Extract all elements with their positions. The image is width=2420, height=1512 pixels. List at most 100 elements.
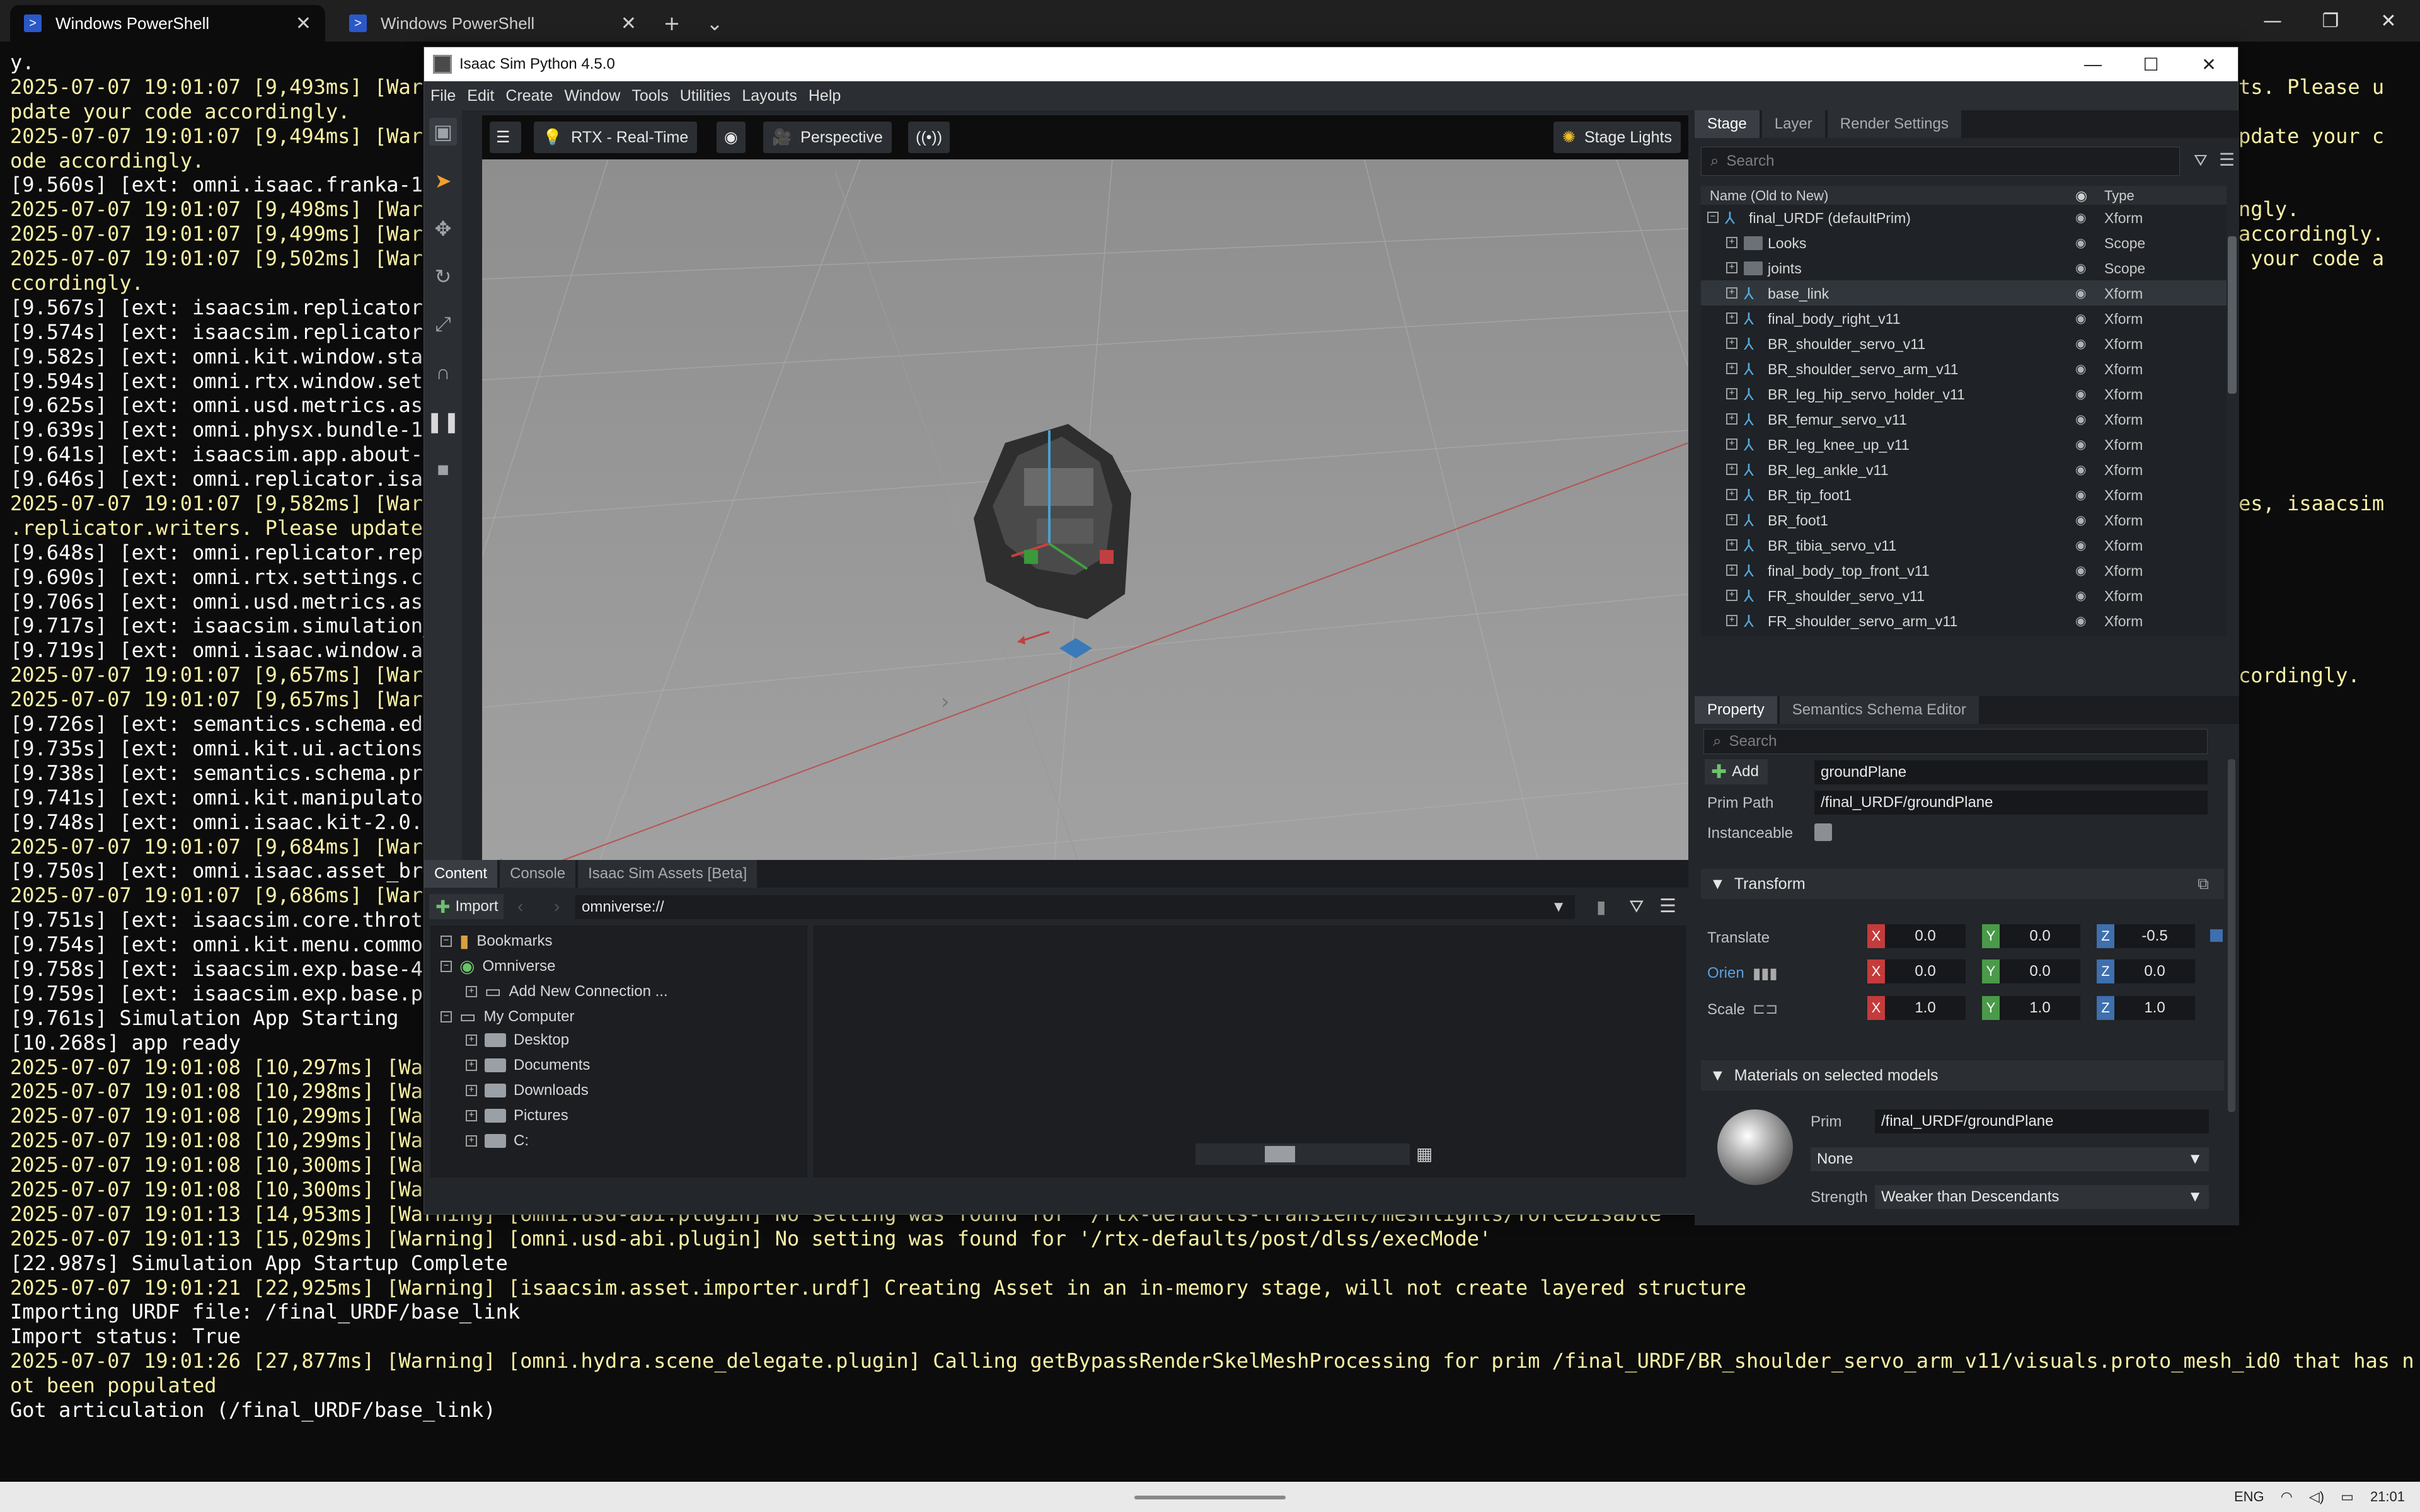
stage-row[interactable]: + ⅄ base_link ◉ Xform bbox=[1701, 280, 2227, 306]
materials-section[interactable]: ▼ Materials on selected models bbox=[1701, 1060, 2224, 1091]
visibility-eye-icon[interactable]: ◉ bbox=[2075, 512, 2086, 528]
expand-icon[interactable]: + bbox=[1726, 514, 1737, 525]
mat-prim-field[interactable]: /final_URDF/groundPlane bbox=[1875, 1109, 2209, 1133]
tab-render-settings[interactable]: Render Settings bbox=[1827, 110, 1961, 138]
expand-icon[interactable]: + bbox=[466, 1060, 477, 1071]
content-tree-item[interactable]: − ▮ Bookmarks bbox=[441, 931, 552, 951]
close-window-icon[interactable]: ✕ bbox=[2180, 47, 2238, 81]
menu-layouts[interactable]: Layouts bbox=[742, 87, 797, 105]
menu-window[interactable]: Window bbox=[564, 87, 620, 105]
bookmark-icon[interactable]: ▮ bbox=[1596, 896, 1606, 917]
stop-icon[interactable]: ■ bbox=[429, 455, 457, 483]
stage-row[interactable]: + ⅄ BR_shoulder_servo_v11 ◉ Xform bbox=[1701, 331, 2227, 356]
tab-content[interactable]: Content bbox=[424, 860, 498, 888]
expand-icon[interactable]: + bbox=[1726, 438, 1737, 450]
stage-row[interactable]: + ⅄ BR_leg_hip_servo_holder_v11 ◉ Xform bbox=[1701, 381, 2227, 406]
stage-search-input[interactable]: ⌕ Search bbox=[1701, 147, 2180, 176]
expand-icon[interactable]: + bbox=[1726, 539, 1737, 551]
add-button[interactable]: ✚ Add bbox=[1705, 759, 1768, 784]
select-arrow-icon[interactable]: ➤ bbox=[429, 167, 457, 195]
strength-select[interactable]: Weaker than Descendants ▼ bbox=[1875, 1185, 2209, 1209]
restore-icon[interactable]: ❐ bbox=[2302, 0, 2360, 42]
prim-path-field[interactable]: /final_URDF/groundPlane bbox=[1814, 791, 2208, 815]
close-tab-icon[interactable]: ✕ bbox=[296, 13, 311, 35]
expand-icon[interactable]: + bbox=[466, 1110, 477, 1121]
collapse-icon[interactable]: − bbox=[441, 935, 452, 947]
grid-view-icon[interactable]: ▦ bbox=[1416, 1143, 1432, 1164]
transform-section[interactable]: ▼ Transform ⧉ bbox=[1701, 869, 2224, 899]
collapse-icon[interactable]: − bbox=[1707, 212, 1719, 223]
expand-icon[interactable]: + bbox=[466, 1034, 477, 1046]
tab-property[interactable]: Property bbox=[1695, 696, 1777, 724]
menu-utilities[interactable]: Utilities bbox=[680, 87, 731, 105]
property-search-input[interactable]: ⌕ Search bbox=[1703, 729, 2208, 754]
close-window-icon[interactable]: ✕ bbox=[2360, 0, 2417, 42]
content-tree-item[interactable]: + Desktop bbox=[466, 1031, 569, 1049]
tab-layer[interactable]: Layer bbox=[1761, 110, 1825, 138]
content-tree-item[interactable]: + ▭ Add New Connection ... bbox=[466, 981, 668, 1002]
pause-icon[interactable]: ❚❚ bbox=[426, 408, 460, 435]
col-name-header[interactable]: Name (Old to New) bbox=[1710, 188, 1828, 204]
terminal-tab-1[interactable]: > Windows PowerShell ✕ bbox=[10, 5, 325, 42]
expand-icon[interactable]: + bbox=[1726, 262, 1737, 273]
expand-icon[interactable]: + bbox=[1726, 615, 1737, 626]
stage-scrollbar[interactable] bbox=[2228, 236, 2237, 394]
minimize-icon[interactable]: — bbox=[2244, 0, 2302, 42]
close-tab-icon[interactable]: ✕ bbox=[621, 13, 637, 35]
translate-x-field[interactable]: 0.0 bbox=[1885, 924, 1966, 948]
filter-icon[interactable]: ⛛ bbox=[2194, 151, 2208, 171]
visibility-eye-icon[interactable]: ◉ bbox=[2075, 437, 2086, 452]
stage-row[interactable]: + ⅄ FR_shoulder_servo_v11 ◉ Xform bbox=[1701, 583, 2227, 608]
material-select[interactable]: None ▼ bbox=[1811, 1147, 2209, 1171]
visibility-eye-icon[interactable]: ◉ bbox=[2075, 613, 2086, 629]
menu-help[interactable]: Help bbox=[809, 87, 841, 105]
tab-dropdown-button[interactable]: ⌄ bbox=[693, 5, 736, 42]
visibility-eye-icon[interactable]: ◉ bbox=[2075, 285, 2086, 301]
language-indicator[interactable]: ENG bbox=[2234, 1489, 2264, 1505]
scale-tool-icon[interactable]: ⤢ bbox=[429, 311, 457, 338]
clock[interactable]: 21:01 bbox=[2370, 1489, 2405, 1505]
orient-z-field[interactable]: 0.0 bbox=[2114, 959, 2195, 983]
camera-capture-icon[interactable]: ▣ bbox=[429, 118, 457, 146]
filter-icon[interactable]: ⛛ bbox=[1629, 896, 1644, 917]
new-tab-button[interactable]: + bbox=[650, 5, 693, 42]
expand-icon[interactable]: + bbox=[1726, 489, 1737, 500]
instanceable-checkbox[interactable] bbox=[1814, 823, 1832, 841]
stage-row[interactable]: + ⅄ BR_tibia_servo_v11 ◉ Xform bbox=[1701, 532, 2227, 558]
hamburger-menu-icon[interactable]: ☰ bbox=[1659, 895, 1676, 917]
visibility-eye-icon[interactable]: ◉ bbox=[2075, 311, 2086, 326]
expand-icon[interactable]: + bbox=[1726, 564, 1737, 576]
stage-row[interactable]: + joints ◉ Scope bbox=[1701, 255, 2227, 280]
minimize-icon[interactable]: — bbox=[2064, 47, 2122, 81]
expand-icon[interactable]: + bbox=[466, 1085, 477, 1096]
rotate-tool-icon[interactable]: ↻ bbox=[429, 263, 457, 290]
tab-console[interactable]: Console bbox=[500, 860, 576, 888]
stage-row[interactable]: + ⅄ BR_leg_knee_up_v11 ◉ Xform bbox=[1701, 432, 2227, 457]
visibility-eye-icon[interactable]: ◉ bbox=[2075, 588, 2086, 604]
stage-row[interactable]: + ⅄ BR_tip_foot1 ◉ Xform bbox=[1701, 482, 2227, 507]
scale-x-field[interactable]: 1.0 bbox=[1885, 996, 1966, 1020]
lights-menu[interactable]: ✺ Stage Lights bbox=[1553, 122, 1681, 153]
expand-icon[interactable]: + bbox=[1726, 464, 1737, 475]
zoom-slider-handle[interactable] bbox=[1265, 1146, 1295, 1162]
content-grid[interactable]: ▦ bbox=[814, 925, 1686, 1177]
taskbar-handle[interactable] bbox=[1134, 1496, 1286, 1499]
zoom-slider[interactable] bbox=[1196, 1143, 1410, 1165]
translate-z-field[interactable]: -0.5 bbox=[2114, 924, 2195, 948]
stage-row[interactable]: + ⅄ FR_shoulder_servo_arm_v11 ◉ Xform bbox=[1701, 608, 2227, 633]
expand-icon[interactable]: + bbox=[1726, 590, 1737, 601]
chevron-down-icon[interactable]: ▼ bbox=[1551, 898, 1566, 916]
content-tree-item[interactable]: + Documents bbox=[466, 1057, 590, 1074]
stage-row[interactable]: + ⅄ final_body_right_v11 ◉ Xform bbox=[1701, 306, 2227, 331]
collapse-icon[interactable]: − bbox=[441, 960, 452, 972]
expand-icon[interactable]: + bbox=[466, 985, 477, 997]
back-arrow-icon[interactable]: ‹ bbox=[517, 896, 523, 917]
move-tool-icon[interactable]: ✥ bbox=[429, 215, 457, 243]
menu-file[interactable]: File bbox=[430, 87, 456, 105]
viewport[interactable]: › ☰ 💡 RTX - Real-Time ◉ 🎥 Perspective ((… bbox=[482, 115, 1688, 922]
stage-tree[interactable]: − ⅄ final_URDF (defaultPrim) ◉ Xform + Looks ◉ S… bbox=[1701, 205, 2227, 636]
battery-icon[interactable]: ▭ bbox=[2341, 1489, 2354, 1505]
col-type-header[interactable]: Type bbox=[2104, 188, 2135, 204]
tab-stage[interactable]: Stage bbox=[1695, 110, 1760, 138]
orient-y-field[interactable]: 0.0 bbox=[2000, 959, 2080, 983]
